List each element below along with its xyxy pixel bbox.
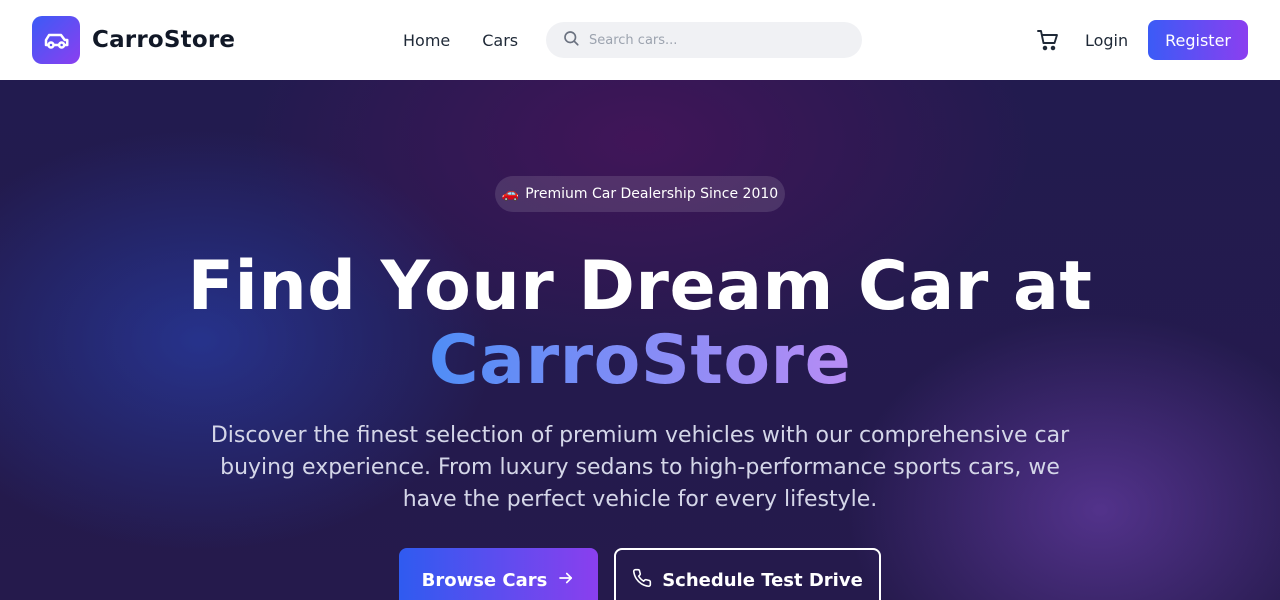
schedule-test-drive-button[interactable]: Schedule Test Drive <box>614 548 881 600</box>
search-input[interactable] <box>589 32 846 48</box>
register-button[interactable]: Register <box>1148 20 1248 60</box>
nav-home-link[interactable]: Home <box>403 31 450 50</box>
hero-subtitle: Discover the finest selection of premium… <box>210 423 1070 512</box>
headline-line-1: Find Your Dream Car at <box>187 247 1093 326</box>
hero-headline: Find Your Dream Car at CarroStore <box>0 250 1280 398</box>
hero-section: 🚗 Premium Car Dealership Since 2010 Find… <box>0 80 1280 600</box>
car-emoji-icon: 🚗 <box>501 186 520 202</box>
search-icon <box>562 29 580 51</box>
search-bar <box>546 22 862 58</box>
brand-link[interactable]: CarroStore <box>32 16 235 64</box>
main-nav: Home Cars <box>403 0 518 80</box>
headline-line-2: CarroStore <box>428 321 852 400</box>
badge-text: Premium Car Dealership Since 2010 <box>525 186 779 202</box>
phone-icon <box>632 568 652 593</box>
login-link[interactable]: Login <box>1085 31 1128 50</box>
car-icon <box>32 16 80 64</box>
nav-actions: Login Register <box>1035 0 1248 80</box>
arrow-right-icon <box>557 569 575 592</box>
browse-cars-button[interactable]: Browse Cars <box>399 548 598 600</box>
schedule-test-drive-label: Schedule Test Drive <box>662 569 863 591</box>
brand-name: CarroStore <box>92 27 236 53</box>
nav-cars-link[interactable]: Cars <box>482 31 518 50</box>
cart-icon[interactable] <box>1035 27 1061 53</box>
top-navbar: CarroStore Home Cars Login Register <box>0 0 1280 80</box>
browse-cars-label: Browse Cars <box>421 569 548 591</box>
hero-badge: 🚗 Premium Car Dealership Since 2010 <box>495 176 785 212</box>
